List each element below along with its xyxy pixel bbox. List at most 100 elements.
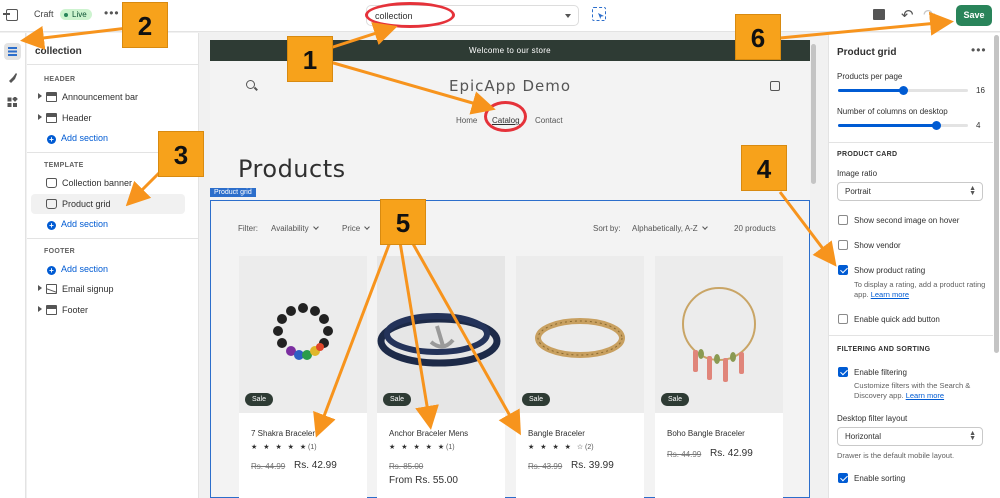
sidebar-item-announcement-bar[interactable]: Announcement bar [31, 87, 185, 107]
from-price: From Rs. 55.00 [389, 475, 458, 486]
add-section-header-button[interactable]: + Add section [47, 133, 108, 144]
filtering-heading: FILTERING AND SORTING [837, 346, 931, 353]
show-rating-checkbox[interactable] [838, 265, 848, 275]
divider [27, 64, 199, 65]
sidebar-item-footer[interactable]: Footer [31, 300, 185, 320]
apps-rail-button[interactable] [4, 94, 21, 111]
plus-circle-icon: + [47, 221, 56, 230]
sidebar-item-product-grid[interactable]: Product grid [31, 194, 185, 214]
inspector-icon[interactable] [592, 7, 606, 21]
product-grid-icon [46, 199, 57, 209]
desktop-filter-select[interactable]: Horizontal ▲ ▼ [837, 427, 983, 446]
product-name[interactable]: 7 Shakra Braceler [251, 429, 315, 438]
columns-label: Number of columns on desktop [837, 107, 948, 116]
sidebar-title: collection [35, 46, 82, 57]
show-vendor-checkbox[interactable] [838, 240, 848, 250]
product-image[interactable] [516, 256, 644, 413]
sidebar-item-label: Footer [62, 305, 89, 315]
collection-banner-icon [46, 178, 57, 188]
rating-stars: ★ ★ ★ ★ ★ [389, 444, 447, 451]
product-image[interactable] [655, 256, 783, 413]
image-ratio-select[interactable]: Portrait ▲ ▼ [837, 182, 983, 201]
enable-filtering-checkbox[interactable] [838, 367, 848, 377]
annotation-badge-5: 5 [380, 199, 426, 245]
filtering-learn-more-link[interactable]: Learn more [906, 391, 944, 400]
header-icon [46, 113, 57, 123]
add-section-footer-button[interactable]: + Add section [47, 264, 108, 275]
slider-knob[interactable] [899, 86, 908, 95]
add-section-label: Add section [61, 133, 109, 143]
more-actions-button[interactable]: ••• [104, 6, 120, 20]
add-section-template-button[interactable]: + Add section [47, 219, 108, 230]
review-count: (1) [446, 444, 455, 451]
rating-help-text: To display a rating, add a product ratin… [854, 280, 986, 300]
theme-name: Craft [34, 9, 54, 19]
divider [27, 238, 199, 239]
sale-badge: Sale [383, 393, 412, 406]
product-name[interactable]: Anchor Braceler Mens [389, 429, 468, 438]
product-image[interactable] [377, 256, 505, 413]
announcement-bar-icon [46, 92, 57, 102]
settings-more-button[interactable]: ••• [971, 43, 987, 57]
sort-label: Sort by: [593, 224, 621, 233]
desktop-filter-value: Horizontal [845, 432, 882, 441]
quick-add-label: Enable quick add button [854, 315, 940, 324]
product-image[interactable] [239, 256, 367, 413]
compare-price: Rs. 44.99 [251, 462, 286, 471]
sale-price: Rs. 42.99 [710, 448, 753, 459]
sections-rail-button[interactable] [4, 43, 21, 60]
filter-price[interactable]: Price [342, 224, 371, 233]
preview-scrollbar[interactable] [811, 44, 816, 184]
filter-availability[interactable]: Availability [271, 224, 319, 233]
chevron-down-icon [312, 224, 319, 230]
sidebar-item-label: Collection banner [62, 178, 133, 188]
quick-add-checkbox[interactable] [838, 314, 848, 324]
product-name[interactable]: Bangle Braceler [528, 429, 585, 438]
second-image-checkbox[interactable] [838, 215, 848, 225]
add-section-label: Add section [61, 219, 109, 229]
second-image-label: Show second image on hover [854, 216, 960, 225]
filter-availability-label: Availability [271, 224, 309, 233]
sidebar-item-header[interactable]: Header [31, 108, 185, 128]
slider-knob[interactable] [931, 121, 941, 130]
sidebar-item-email-signup[interactable]: Email signup [31, 279, 185, 299]
enable-sorting-checkbox[interactable] [838, 473, 848, 483]
sidebar-item-label: Email signup [62, 284, 114, 294]
product-name[interactable]: Boho Bangle Braceler [667, 429, 745, 438]
sale-badge: Sale [245, 393, 274, 406]
product-grid-tag[interactable]: Product grid [210, 188, 256, 197]
exit-icon[interactable] [3, 9, 18, 21]
settings-scrollbar[interactable] [994, 35, 999, 353]
desktop-filter-label: Desktop filter layout [837, 414, 908, 423]
product-card[interactable]: Sale Bangle Braceler ★ ★ ★ ★ ☆ (2) Rs. 4… [516, 256, 644, 498]
nav-home[interactable]: Home [456, 116, 477, 125]
filter-label: Filter: [238, 224, 258, 233]
annotation-badge-1: 1 [287, 36, 333, 82]
review-count: (1) [308, 444, 317, 451]
rating-stars: ★ ★ ★ ★ ☆ [528, 444, 586, 451]
save-button[interactable]: Save [956, 5, 992, 26]
products-per-page-value: 16 [976, 86, 985, 95]
sections-sidebar: collection HEADER Announcement bar Heade… [27, 33, 199, 498]
sort-select[interactable]: Alphabetically, A-Z [632, 224, 708, 233]
header-group-title: HEADER [44, 76, 76, 83]
nav-contact[interactable]: Contact [535, 116, 563, 125]
redo-icon[interactable]: ↷ [923, 6, 936, 24]
theme-settings-rail-button[interactable] [4, 69, 21, 86]
product-card[interactable]: Sale 7 Shakra Braceler ★ ★ ★ ★ ★ (1) Rs.… [239, 256, 367, 498]
product-card-heading: PRODUCT CARD [837, 151, 898, 158]
products-per-page-slider[interactable] [838, 86, 968, 95]
rating-learn-more-link[interactable]: Learn more [871, 290, 909, 299]
desktop-preview-icon[interactable] [873, 9, 885, 20]
undo-icon[interactable]: ↶ [901, 6, 914, 24]
columns-slider[interactable] [838, 121, 968, 130]
product-card[interactable]: Sale Boho Bangle Braceler Rs. 44.99 Rs. … [655, 256, 783, 498]
footer-icon [46, 305, 57, 315]
rating-stars: ★ ★ ★ ★ ★ [251, 444, 309, 451]
annotation-badge-2: 2 [122, 2, 168, 48]
enable-sorting-label: Enable sorting [854, 474, 906, 483]
plus-circle-icon: + [47, 135, 56, 144]
product-card[interactable]: Sale Anchor Braceler Mens ★ ★ ★ ★ ★ (1) … [377, 256, 505, 498]
image-ratio-label: Image ratio [837, 169, 878, 178]
cart-icon[interactable] [770, 81, 780, 91]
